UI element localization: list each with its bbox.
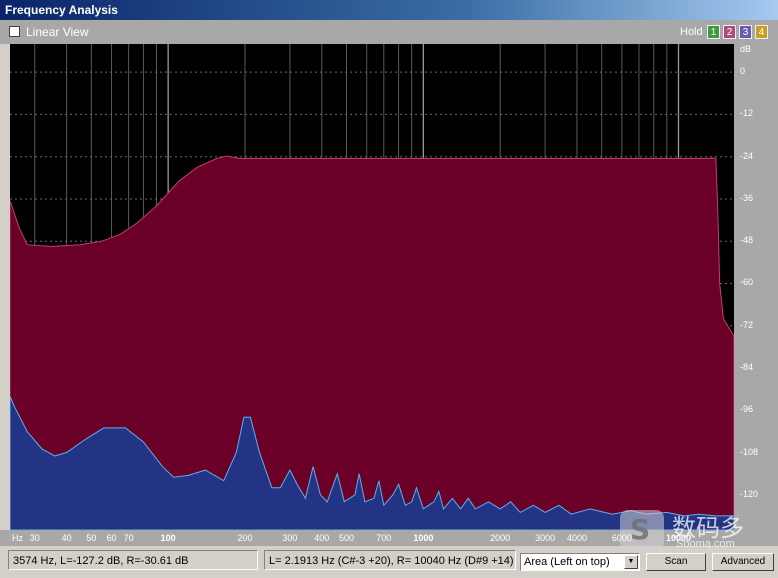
x-tick-label: 3000: [535, 533, 556, 543]
x-tick-label: 400: [314, 533, 330, 543]
linear-view-checkbox[interactable]: [9, 26, 20, 37]
frequency-analysis-window: Frequency Analysis Linear View Hold 1 2 …: [0, 0, 778, 578]
view-mode-value: Area (Left on top): [524, 556, 610, 568]
hold-button-1[interactable]: 1: [707, 25, 720, 39]
y-tick-label: -72: [740, 319, 754, 330]
y-tick-label: -108: [740, 446, 759, 457]
x-tick-label: 70: [123, 533, 134, 543]
spectrum-plot[interactable]: [10, 44, 734, 530]
advanced-button[interactable]: Advanced: [712, 553, 774, 571]
title-bar[interactable]: Frequency Analysis: [0, 0, 778, 20]
x-tick-label: 60: [106, 533, 117, 543]
x-axis-unit: Hz: [12, 533, 23, 543]
x-tick-label: 300: [282, 533, 298, 543]
x-tick-label: 4000: [566, 533, 587, 543]
toolbar: [0, 20, 778, 44]
series-layer: [10, 155, 734, 530]
y-axis: dB 0 -12 -24 -36 -48 -60 -72 -84 -96 -108 -120: [734, 44, 778, 530]
hold-button-4[interactable]: 4: [755, 25, 768, 39]
x-tick-label: 500: [338, 533, 355, 543]
y-tick-label: -12: [740, 108, 754, 119]
x-tick-label: 100: [160, 533, 176, 543]
linear-view-label[interactable]: Linear View: [26, 25, 88, 39]
peak-readout: L= 2.1913 Hz (C#-3 +20), R= 10040 Hz (D#…: [264, 550, 516, 570]
y-tick-label: -120: [740, 488, 759, 499]
window-title: Frequency Analysis: [5, 3, 118, 17]
scan-button[interactable]: Scan: [646, 553, 706, 571]
y-tick-label: -96: [740, 404, 754, 415]
spectrum-svg: [10, 44, 734, 530]
watermark-logo: S: [620, 510, 664, 550]
cursor-readout: 3574 Hz, L=-127.2 dB, R=-30.61 dB: [8, 550, 258, 570]
y-tick-label: -48: [740, 235, 754, 246]
watermark-logo-letter: S: [630, 513, 651, 546]
x-tick-label: 6000: [611, 533, 632, 543]
hold-button-2[interactable]: 2: [723, 25, 736, 39]
x-tick-label: 40: [61, 533, 72, 543]
x-tick-label: 700: [376, 533, 392, 543]
y-tick-label: -36: [740, 192, 754, 203]
y-axis-title: dB: [740, 44, 752, 54]
hold-button-3[interactable]: 3: [739, 25, 752, 39]
x-tick-label: 1000: [413, 533, 434, 543]
hold-label: Hold: [680, 26, 703, 38]
chevron-down-icon[interactable]: ▼: [624, 555, 638, 569]
y-tick-label: -24: [740, 150, 754, 161]
y-tick-label: 0: [740, 66, 746, 77]
x-tick-label: 10000: [665, 533, 692, 543]
view-mode-select[interactable]: Area (Left on top) ▼: [520, 553, 640, 571]
x-tick-label: 50: [86, 533, 97, 543]
y-tick-label: -84: [740, 362, 754, 372]
y-tick-label: -60: [740, 277, 754, 288]
x-tick-label: 2000: [490, 533, 511, 543]
x-tick-label: 200: [237, 533, 253, 543]
x-tick-label: 30: [29, 533, 40, 543]
